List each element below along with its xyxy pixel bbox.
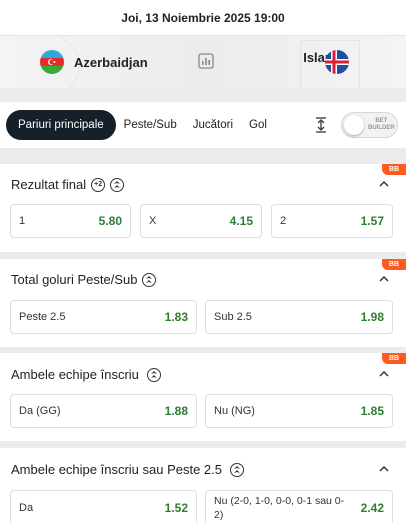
tab-main-bets[interactable]: Pariuri principale	[6, 110, 116, 140]
odd-value: 1.88	[164, 404, 188, 418]
odd-button[interactable]: Da 1.52	[10, 490, 197, 523]
bb-badge: BB	[382, 259, 406, 270]
bet-builder-icon	[230, 462, 245, 477]
bet-builder-label: BET BUILDER	[368, 118, 395, 132]
bet-builder-icon	[146, 367, 161, 382]
odd-label: 2	[280, 215, 287, 227]
filter-icon[interactable]	[313, 116, 329, 134]
odd-button[interactable]: 2 1.57	[271, 204, 393, 238]
bb-badge: BB	[382, 353, 406, 364]
odd-label: 1	[19, 215, 26, 227]
market-tabs: Pariuri principale Peste/Sub Jucători Go…	[0, 102, 406, 148]
chevron-up-icon[interactable]	[379, 371, 389, 377]
toggle-knob	[344, 115, 364, 135]
tab-goals[interactable]: Gol	[241, 110, 275, 140]
odd-button[interactable]: Peste 2.5 1.83	[10, 300, 197, 334]
odd-value: 1.83	[164, 310, 188, 324]
odd-value: 2.42	[360, 501, 384, 515]
tabs-scroll[interactable]: Pariuri principale Peste/Sub Jucători Go…	[6, 110, 302, 140]
chevron-up-icon[interactable]	[379, 466, 389, 472]
odd-value: 4.15	[229, 214, 253, 228]
odd-label: Nu (NG)	[214, 405, 255, 417]
bet-builder-label-line2: BUILDER	[368, 125, 395, 131]
odd-value: 1.85	[360, 404, 384, 418]
odd-label: Sub 2.5	[214, 311, 252, 323]
chevron-up-icon[interactable]	[379, 181, 389, 187]
market-card: BB Ambele echipe înscriu Da (GG) 1.88 Nu…	[0, 353, 406, 441]
iceland-flag-icon	[325, 50, 349, 74]
odd-value: 1.57	[360, 214, 384, 228]
odd-button[interactable]: 1 5.80	[10, 204, 131, 238]
market-title[interactable]: Rezultat final +2	[11, 177, 125, 192]
bet-builder-icon	[110, 177, 125, 192]
odd-button[interactable]: Nu (NG) 1.85	[205, 394, 393, 428]
odd-button[interactable]: Sub 2.5 1.98	[205, 300, 393, 334]
odd-label: Peste 2.5	[19, 311, 66, 323]
tab-over-under[interactable]: Peste/Sub	[116, 110, 185, 140]
odd-value: 1.98	[360, 310, 384, 324]
match-datetime: Joi, 13 Noiembrie 2025 19:00	[0, 0, 406, 36]
odd-button[interactable]: Nu (2-0, 1-0, 0-0, 0-1 sau 0-2) 2.42	[205, 490, 393, 523]
market-title[interactable]: Ambele echipe înscriu sau Peste 2.5	[11, 462, 245, 477]
odd-label: Nu (2-0, 1-0, 0-0, 0-1 sau 0-2)	[214, 495, 345, 521]
azerbaijan-flag-icon	[40, 50, 64, 74]
market-title[interactable]: Total goluri Peste/Sub	[11, 272, 157, 287]
market-title-text: Total goluri Peste/Sub	[11, 272, 138, 287]
odd-label: X	[149, 215, 157, 227]
bb-badge: BB	[382, 164, 406, 175]
market-card: BB Total goluri Peste/Sub Peste 2.5 1.83…	[0, 259, 406, 347]
market-title-text: Rezultat final	[11, 177, 87, 192]
odd-value: 5.80	[98, 214, 122, 228]
market-title[interactable]: Ambele echipe înscriu	[11, 367, 161, 382]
home-team: Azerbaidjan	[40, 50, 148, 74]
chevron-up-icon[interactable]	[379, 276, 389, 282]
market-title-text: Ambele echipe înscriu sau Peste 2.5	[11, 462, 223, 477]
tab-players[interactable]: Jucători	[185, 110, 241, 140]
bet-builder-toggle[interactable]: BET BUILDER	[341, 112, 398, 138]
bet-builder-label-line1: BET	[375, 118, 388, 124]
market-title-text: Ambele echipe înscriu	[11, 367, 139, 382]
bet-builder-icon	[142, 272, 157, 287]
odd-value: 1.52	[164, 501, 188, 515]
odd-button[interactable]: X 4.15	[140, 204, 262, 238]
market-card: BB Rezultat final +2 1 5.80 X 4.15 2 1.5…	[0, 164, 406, 252]
odd-label: Da	[19, 502, 34, 514]
match-header: Azerbaidjan Islanda	[0, 36, 406, 88]
home-team-name: Azerbaidjan	[74, 54, 148, 70]
odd-button[interactable]: Da (GG) 1.88	[10, 394, 197, 428]
odd-label: Da (GG)	[19, 405, 61, 417]
market-card: Ambele echipe înscriu sau Peste 2.5 Da 1…	[0, 448, 406, 523]
stats-icon[interactable]	[198, 53, 214, 69]
plus2-icon: +2	[91, 177, 106, 192]
